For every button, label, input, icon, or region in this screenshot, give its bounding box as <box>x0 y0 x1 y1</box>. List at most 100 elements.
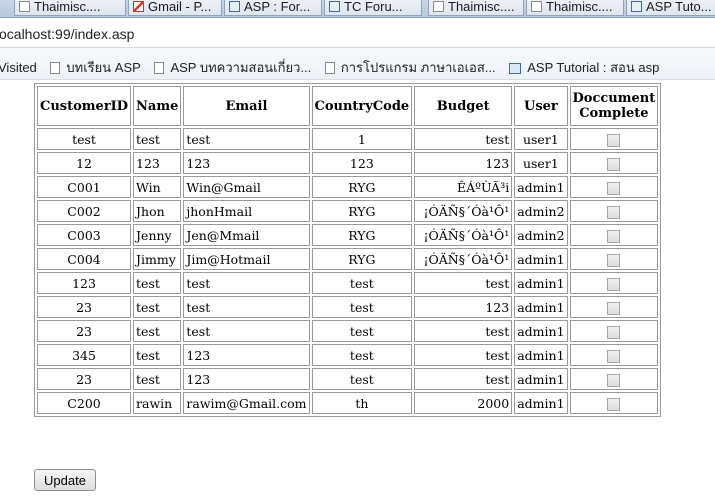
cell-email: Win@Gmail <box>183 176 310 198</box>
cell-user: user1 <box>514 128 568 150</box>
document-complete-checkbox[interactable] <box>607 397 621 411</box>
browser-tab[interactable]: Gmail - P... <box>128 0 222 16</box>
document-complete-checkbox[interactable] <box>607 205 621 219</box>
cell-customerid: C003 <box>37 224 132 246</box>
cell-customerid: test <box>37 128 132 150</box>
gmail-icon <box>133 1 144 12</box>
browser-tab[interactable]: Thaimisc.... <box>14 0 126 16</box>
cell-name: Jenny <box>133 224 182 246</box>
asp-icon <box>229 1 240 12</box>
address-url[interactable]: ocalhost:99/index.asp <box>0 26 134 42</box>
table-row: 23 test 123 test test admin1 <box>37 368 659 390</box>
bookmark-item[interactable]: Visited <box>0 60 37 75</box>
column-header-user: User <box>514 86 568 126</box>
bookmarks-bar: Visited บทเรียน ASP ASP บทความสอนเกี่ยว.… <box>0 48 715 80</box>
browser-tab[interactable]: ASP : For... <box>224 0 322 16</box>
cell-email: test <box>183 320 310 342</box>
cell-document-complete <box>569 128 659 150</box>
cell-name: test <box>133 296 182 318</box>
cell-email: test <box>183 272 310 294</box>
cell-customerid: 23 <box>37 296 132 318</box>
cell-name: test <box>133 344 182 366</box>
cell-budget: test <box>414 272 513 294</box>
document-complete-checkbox[interactable] <box>607 277 621 291</box>
cell-budget: 123 <box>414 152 513 174</box>
cell-budget: test <box>414 344 513 366</box>
cell-budget: test <box>414 128 513 150</box>
cell-countrycode: RYG <box>311 224 413 246</box>
document-complete-checkbox[interactable] <box>607 157 621 171</box>
table-row: C001 Win Win@Gmail RYG ÊÁºÙÃ³i admin1 <box>37 176 659 198</box>
page-icon <box>531 1 542 12</box>
bookmark-item[interactable]: ASP Tutorial : สอน asp <box>509 57 659 78</box>
document-complete-checkbox[interactable] <box>607 229 621 243</box>
cell-budget: 123 <box>414 296 513 318</box>
cell-countrycode: test <box>311 368 413 390</box>
cell-email: jhonHmail <box>183 200 310 222</box>
cell-user: admin1 <box>514 272 568 294</box>
update-button[interactable]: Update <box>34 469 96 491</box>
cell-document-complete <box>569 152 659 174</box>
cell-budget: ÊÁºÙÃ³i <box>414 176 513 198</box>
cell-email: 123 <box>183 152 310 174</box>
cell-customerid: C004 <box>37 248 132 270</box>
table-row: 12 123 123 123 123 user1 <box>37 152 659 174</box>
cell-countrycode: test <box>311 296 413 318</box>
cell-document-complete <box>569 224 659 246</box>
column-header-budget: Budget <box>414 86 513 126</box>
cell-user: admin1 <box>514 344 568 366</box>
cell-user: admin1 <box>514 392 568 414</box>
cell-countrycode: RYG <box>311 200 413 222</box>
cell-countrycode: RYG <box>311 176 413 198</box>
bookmark-item[interactable]: ASP บทความสอนเกี่ยว... <box>154 57 311 78</box>
browser-tab[interactable]: Thaimisc.... <box>428 0 524 16</box>
cell-countrycode: RYG <box>311 248 413 270</box>
column-header-customerid: CustomerID <box>37 86 132 126</box>
cell-customerid: 123 <box>37 272 132 294</box>
cell-user: admin2 <box>514 224 568 246</box>
address-bar[interactable]: ocalhost:99/index.asp <box>0 18 715 48</box>
document-complete-checkbox[interactable] <box>607 253 621 267</box>
cell-customerid: 345 <box>37 344 132 366</box>
browser-tab[interactable]: Thaimisc.... <box>526 0 624 16</box>
page-icon <box>154 62 165 74</box>
cell-name: test <box>133 272 182 294</box>
table-row: 345 test 123 test test admin1 <box>37 344 659 366</box>
cell-document-complete <box>569 344 659 366</box>
cell-email: 123 <box>183 344 310 366</box>
bookmark-item[interactable]: บทเรียน ASP <box>50 57 141 78</box>
document-complete-checkbox[interactable] <box>607 181 621 195</box>
cell-name: rawin <box>133 392 182 414</box>
cell-name: Win <box>133 176 182 198</box>
document-complete-checkbox[interactable] <box>607 301 621 315</box>
column-header-document-complete: Doccument Complete <box>569 86 659 126</box>
cell-budget: ¡ÓÄÑ§´Óà¹Ô¹ <box>414 248 513 270</box>
document-complete-checkbox[interactable] <box>607 133 621 147</box>
bookmark-item[interactable]: การโปรแกรม ภาษาเอเอส... <box>324 57 496 78</box>
cell-user: admin1 <box>514 248 568 270</box>
cell-customerid: C200 <box>37 392 132 414</box>
cell-countrycode: test <box>311 320 413 342</box>
cell-email: 123 <box>183 368 310 390</box>
header-line: Doccument <box>572 91 656 106</box>
browser-tab-strip: Thaimisc.... Gmail - P... ASP : For... T… <box>0 0 715 18</box>
column-header-countrycode: CountryCode <box>311 86 413 126</box>
document-complete-checkbox[interactable] <box>607 373 621 387</box>
table-row: C003 Jenny Jen@Mmail RYG ¡ÓÄÑ§´Óà¹Ô¹ admin2 <box>37 224 659 246</box>
cell-email: rawim@Gmail.com <box>183 392 310 414</box>
document-complete-checkbox[interactable] <box>607 349 621 363</box>
browser-tab[interactable]: TC Foru... <box>324 0 422 16</box>
header-line: Complete <box>579 106 649 121</box>
cell-user: admin1 <box>514 320 568 342</box>
cell-document-complete <box>569 368 659 390</box>
asp-icon <box>509 63 522 74</box>
table-row: C004 Jimmy Jim@Hotmail RYG ¡ÓÄÑ§´Óà¹Ô¹ admin1 <box>37 248 659 270</box>
column-header-name: Name <box>133 86 182 126</box>
page-icon <box>324 62 335 74</box>
cell-customerid: C002 <box>37 200 132 222</box>
document-complete-checkbox[interactable] <box>607 325 621 339</box>
browser-tab[interactable]: ASP Tuto... <box>626 0 715 16</box>
cell-document-complete <box>569 200 659 222</box>
cell-document-complete <box>569 392 659 414</box>
cell-document-complete <box>569 176 659 198</box>
